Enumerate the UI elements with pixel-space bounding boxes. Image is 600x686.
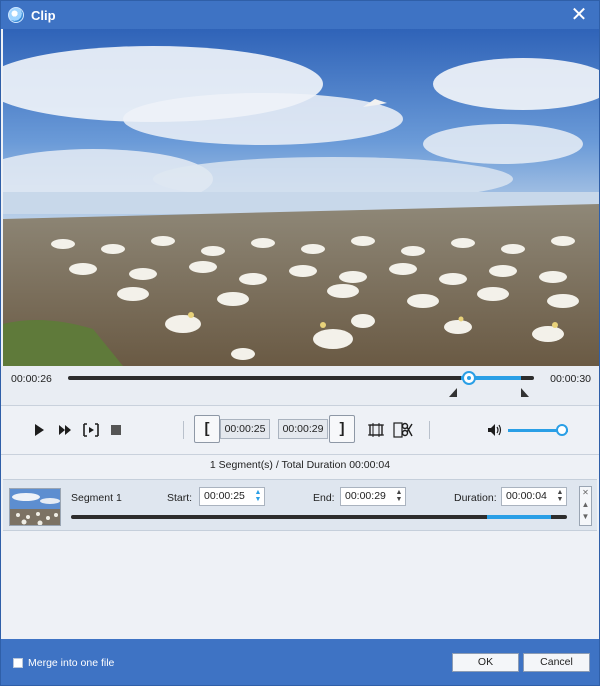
end-time-value: 00:00:29 — [345, 490, 386, 502]
set-end-button[interactable]: ] — [329, 415, 355, 443]
divider — [183, 421, 184, 439]
merge-checkbox[interactable] — [13, 658, 23, 668]
play-selection-icon[interactable] — [81, 421, 101, 439]
segment-side-controls: ✕ ▲ ▼ — [579, 486, 592, 526]
fast-forward-icon[interactable] — [56, 421, 74, 439]
end-marker-handle[interactable] — [521, 388, 529, 397]
segment-thumbnail — [9, 488, 61, 526]
merge-option[interactable]: Merge into one file — [13, 657, 114, 669]
title-bar: Clip ✕ — [1, 1, 599, 29]
move-down-icon[interactable]: ▼ — [582, 512, 590, 521]
play-icon[interactable] — [30, 421, 48, 439]
duration-label: Duration: — [454, 492, 497, 504]
move-up-icon[interactable]: ▲ — [582, 500, 590, 509]
playback-controls: [ 00:00:25 00:00:29 ] — [1, 407, 599, 455]
close-icon[interactable]: ✕ — [569, 5, 589, 25]
cancel-button[interactable]: Cancel — [523, 653, 590, 672]
ok-button[interactable]: OK — [452, 653, 519, 672]
set-start-button[interactable]: [ — [194, 415, 220, 443]
divider — [429, 421, 430, 439]
start-label: Start: — [167, 492, 193, 504]
end-time-display: 00:00:29 — [278, 419, 328, 439]
start-time-field[interactable]: 00:00:25 ▲ ▼ — [199, 487, 265, 506]
segment-selection — [487, 515, 551, 519]
end-label: End: — [313, 492, 335, 504]
window-title: Clip — [31, 8, 56, 23]
remove-segment-icon[interactable]: ✕ — [582, 488, 589, 497]
start-time-value: 00:00:25 — [204, 490, 245, 502]
cut-scissors-icon[interactable] — [393, 421, 413, 439]
end-time-field[interactable]: 00:00:29 ▲ ▼ — [340, 487, 406, 506]
video-frame — [3, 29, 599, 366]
start-time-display: 00:00:25 — [220, 419, 270, 439]
video-preview — [3, 29, 599, 366]
end-time-stepper[interactable]: ▲ ▼ — [395, 489, 403, 504]
volume-icon[interactable] — [485, 421, 505, 439]
duration-field[interactable]: 00:00:04 ▲ ▼ — [501, 487, 567, 506]
start-marker-handle[interactable] — [449, 388, 457, 397]
app-logo-icon — [8, 7, 24, 23]
stop-icon[interactable] — [107, 421, 125, 439]
start-time-stepper[interactable]: ▲ ▼ — [254, 489, 262, 504]
volume-slider-handle[interactable] — [556, 424, 568, 436]
merge-label: Merge into one file — [28, 657, 115, 669]
playhead-handle[interactable] — [461, 371, 476, 385]
current-time: 00:00:26 — [11, 373, 52, 385]
film-clip-icon[interactable] — [366, 421, 386, 439]
clip-window: Clip ✕ 00:00:26 00:00:30 [00:00:25 00:0… — [0, 0, 600, 686]
segment-row[interactable]: Segment 1 Start: 00:00:25 ▲ ▼ End: 00:00:… — [3, 479, 597, 531]
segment-name: Segment 1 — [71, 492, 122, 504]
total-time: 00:00:30 — [550, 373, 591, 385]
segment-summary: 1 Segment(s) / Total Duration 00:00:04 — [209, 459, 391, 471]
dialog-footer: Merge into one file OK Cancel — [1, 639, 599, 685]
duration-stepper[interactable]: ▲ ▼ — [556, 489, 564, 504]
timeline-bar: 00:00:26 00:00:30 — [1, 366, 599, 406]
duration-value: 00:00:04 — [506, 490, 547, 502]
